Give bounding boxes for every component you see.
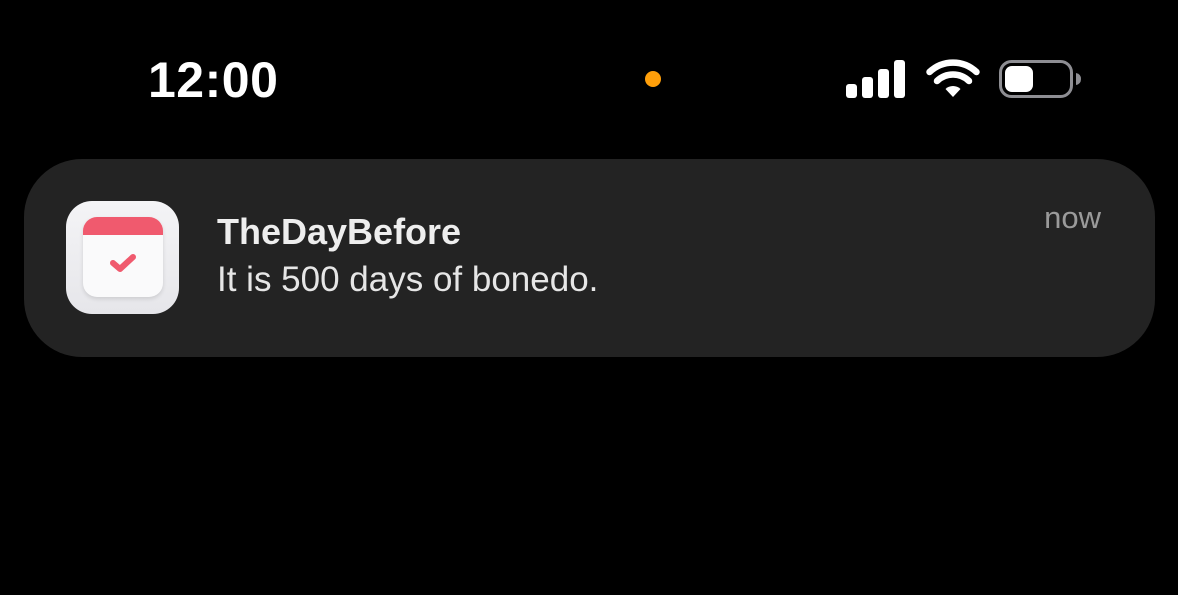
calendar-check-icon [66, 201, 179, 314]
status-time: 12:00 [148, 52, 279, 108]
lock-screen: 12:00 TheDayBefore It is 500 days of bon… [0, 0, 1178, 595]
battery-level-fill [1005, 66, 1033, 92]
signal-bar-1 [846, 84, 857, 98]
calendar-page [83, 217, 163, 297]
wifi-icon [926, 59, 980, 97]
cellular-signal-icon [846, 60, 905, 98]
signal-bar-2 [862, 77, 873, 98]
signal-bar-4 [894, 60, 905, 98]
notification-banner[interactable]: TheDayBefore It is 500 days of bonedo. n… [24, 159, 1155, 357]
notification-timestamp: now [1044, 200, 1101, 235]
signal-bar-3 [878, 69, 889, 98]
battery-icon [999, 60, 1081, 98]
calendar-header-bar [83, 217, 163, 235]
notification-app-name: TheDayBefore [217, 211, 462, 252]
checkmark-icon [110, 254, 136, 272]
notification-message: It is 500 days of bonedo. [217, 260, 599, 299]
privacy-indicator-dot [645, 71, 661, 87]
